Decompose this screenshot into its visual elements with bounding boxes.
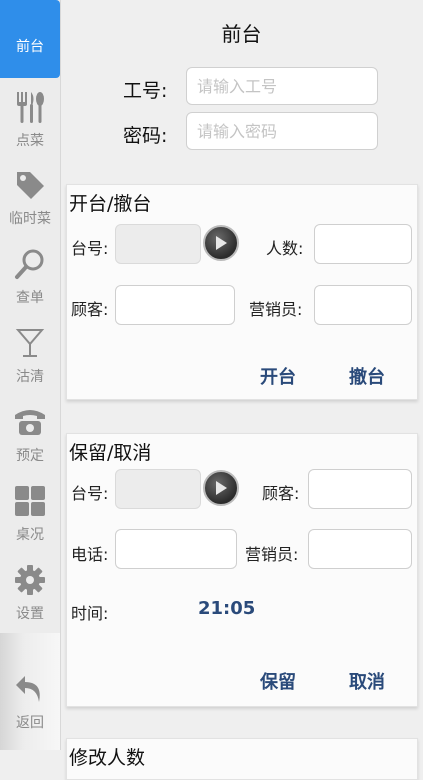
sidebar-item-check-order[interactable]: 查单 bbox=[0, 237, 60, 315]
reserve-button[interactable]: 保留 bbox=[260, 668, 296, 694]
sidebar-item-front-desk[interactable]: 前台 bbox=[0, 0, 60, 78]
sidebar: 前台 点菜 临时菜 查单 沽清 预定 桌况 设置 返回 bbox=[0, 0, 61, 750]
open-table-panel: 开台/撤台 台号: 人数: 顾客: 营销员: 开台 撤台 bbox=[66, 184, 418, 400]
sidebar-item-reserve[interactable]: 预定 bbox=[0, 395, 60, 473]
clear-table-button[interactable]: 撤台 bbox=[349, 363, 385, 389]
people-count-label: 人数: bbox=[266, 239, 304, 258]
reserve-panel: 保留/取消 台号: 顾客: 电话: 营销员: 时间: 21:05 保留 取消 bbox=[66, 433, 418, 707]
customer-input[interactable] bbox=[115, 285, 235, 325]
employee-id-input[interactable] bbox=[186, 67, 378, 105]
salesperson-label: 营销员: bbox=[245, 545, 299, 564]
table-number-input[interactable] bbox=[115, 224, 201, 264]
open-table-button[interactable]: 开台 bbox=[260, 363, 296, 389]
cutlery-icon bbox=[13, 90, 47, 124]
sidebar-item-label: 桌况 bbox=[16, 527, 44, 543]
customer-label: 顾客: bbox=[71, 300, 109, 319]
password-label: 密码: bbox=[123, 125, 168, 147]
gear-icon bbox=[13, 563, 47, 597]
sidebar-item-label: 前台 bbox=[16, 39, 44, 55]
back-button[interactable]: 返回 bbox=[0, 668, 60, 746]
phone-input[interactable] bbox=[115, 529, 237, 569]
employee-id-label: 工号: bbox=[123, 80, 168, 102]
sidebar-item-label: 查单 bbox=[16, 290, 44, 306]
panel-title: 修改人数 bbox=[69, 747, 146, 769]
people-count-input[interactable] bbox=[314, 224, 412, 264]
customer-label: 顾客: bbox=[262, 484, 300, 503]
password-input[interactable] bbox=[186, 112, 378, 150]
sidebar-item-label: 预定 bbox=[16, 448, 44, 464]
sidebar-item-order[interactable]: 点菜 bbox=[0, 80, 60, 158]
main-content: 前台 工号: 密码: 开台/撤台 台号: 人数: 顾客: 营销员: 开台 撤台 … bbox=[60, 0, 423, 780]
back-button-area[interactable]: 返回 bbox=[0, 633, 60, 750]
back-label: 返回 bbox=[16, 715, 44, 731]
cancel-reserve-button[interactable]: 取消 bbox=[349, 668, 385, 694]
sidebar-item-label: 设置 bbox=[16, 606, 44, 622]
sidebar-item-sold-out[interactable]: 沽清 bbox=[0, 316, 60, 394]
table-select-button[interactable] bbox=[203, 470, 239, 506]
sidebar-item-label: 临时菜 bbox=[9, 211, 51, 227]
salesperson-input[interactable] bbox=[314, 285, 412, 325]
sidebar-item-label: 点菜 bbox=[16, 133, 44, 149]
salesperson-label: 营销员: bbox=[249, 300, 303, 319]
play-icon bbox=[216, 236, 227, 250]
sidebar-item-label: 沽清 bbox=[16, 369, 44, 385]
play-icon bbox=[216, 481, 227, 495]
panel-title: 开台/撤台 bbox=[69, 193, 152, 215]
search-icon bbox=[13, 247, 47, 281]
customer-input[interactable] bbox=[308, 469, 412, 509]
sidebar-item-settings[interactable]: 设置 bbox=[0, 553, 60, 631]
table-number-input[interactable] bbox=[115, 469, 201, 509]
time-value[interactable]: 21:05 bbox=[198, 598, 255, 619]
phone-label: 电话: bbox=[71, 545, 109, 564]
salesperson-input[interactable] bbox=[308, 529, 412, 569]
page-title: 前台 bbox=[221, 22, 262, 46]
time-label: 时间: bbox=[71, 604, 109, 623]
table-number-label: 台号: bbox=[71, 239, 109, 258]
tag-icon bbox=[13, 168, 47, 202]
telephone-icon bbox=[13, 405, 47, 439]
back-arrow-icon bbox=[13, 672, 47, 706]
change-people-panel: 修改人数 bbox=[66, 738, 418, 780]
table-number-label: 台号: bbox=[71, 484, 109, 503]
grid-icon bbox=[13, 484, 47, 518]
sidebar-item-table-status[interactable]: 桌况 bbox=[0, 474, 60, 552]
cocktail-glass-icon bbox=[13, 326, 47, 360]
sidebar-item-temp-dish[interactable]: 临时菜 bbox=[0, 158, 60, 236]
panel-title: 保留/取消 bbox=[69, 442, 152, 464]
table-select-button[interactable] bbox=[203, 225, 239, 261]
